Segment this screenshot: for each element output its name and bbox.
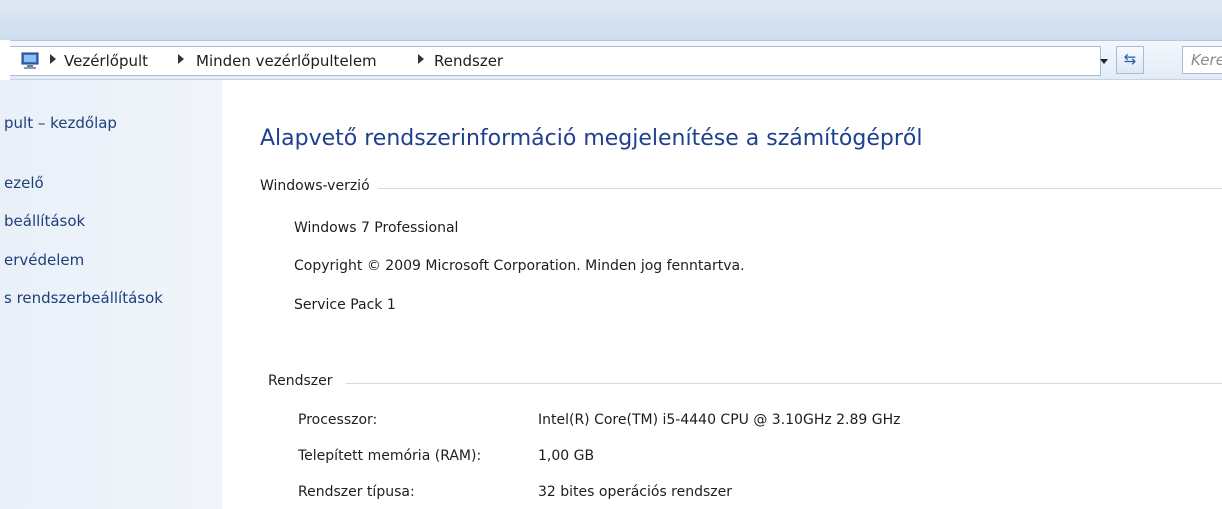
left-link-home[interactable]: pult – kezdőlap bbox=[4, 114, 117, 132]
section-label-system: Rendszer bbox=[268, 373, 333, 389]
chevron-down-icon[interactable] bbox=[1098, 56, 1110, 68]
window-title-band bbox=[0, 0, 1222, 40]
address-field[interactable]: Vezérlőpult Minden vezérlőpultelem Rends… bbox=[10, 46, 1108, 76]
refresh-icon[interactable]: ⇆ bbox=[1116, 46, 1144, 74]
computer-icon[interactable] bbox=[20, 52, 40, 70]
left-link-remote-settings[interactable]: beállítások bbox=[4, 212, 85, 230]
system-type-value: 32 bites operációs rendszer bbox=[538, 484, 733, 500]
address-bar: Vezérlőpult Minden vezérlőpultelem Rends… bbox=[10, 40, 1222, 80]
breadcrumb-item-rendszer[interactable]: Rendszer bbox=[434, 52, 503, 70]
search-input[interactable]: Kere bbox=[1182, 46, 1222, 74]
chevron-right-icon[interactable] bbox=[178, 54, 184, 64]
memory-label: Telepített memória (RAM): bbox=[298, 448, 482, 464]
chevron-right-icon[interactable] bbox=[418, 54, 424, 64]
chevron-right-icon[interactable] bbox=[50, 54, 56, 64]
memory-value: 1,00 GB bbox=[538, 448, 595, 464]
page-title: Alapvető rendszerinformáció megjelenítés… bbox=[260, 126, 923, 151]
system-type-label: Rendszer típusa: bbox=[298, 484, 415, 500]
left-link-advanced-settings[interactable]: s rendszerbeállítások bbox=[4, 289, 163, 307]
service-pack: Service Pack 1 bbox=[294, 297, 396, 313]
section-label-windows-version: Windows-verzió bbox=[260, 178, 370, 194]
copyright-text: Copyright © 2009 Microsoft Corporation. … bbox=[294, 258, 745, 274]
section-divider bbox=[378, 188, 1222, 189]
processor-value: Intel(R) Core(TM) i5-4440 CPU @ 3.10GHz … bbox=[538, 412, 901, 428]
breadcrumb-item-vezerlopult[interactable]: Vezérlőpult bbox=[64, 52, 148, 70]
processor-label: Processzor: bbox=[298, 412, 378, 428]
left-link-device-manager[interactable]: ezelő bbox=[4, 174, 44, 192]
windows-edition: Windows 7 Professional bbox=[294, 220, 459, 236]
section-divider bbox=[346, 383, 1222, 384]
left-link-system-protection[interactable]: ervédelem bbox=[4, 251, 84, 269]
breadcrumb-item-minden-elem[interactable]: Minden vezérlőpultelem bbox=[196, 52, 377, 70]
